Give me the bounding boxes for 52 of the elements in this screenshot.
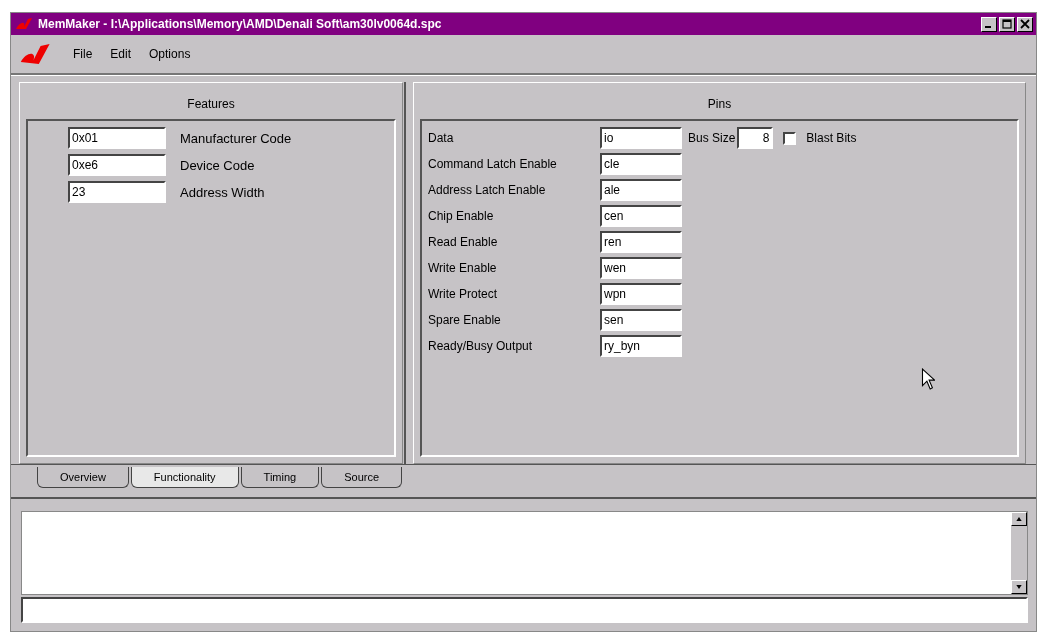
logo-icon — [14, 17, 34, 31]
field-label: Address Width — [180, 184, 265, 200]
text-field[interactable]: io — [600, 127, 682, 149]
maximize-icon — [1002, 19, 1012, 29]
checkbox-label: Blast Bits — [806, 131, 857, 145]
tab[interactable]: Timing — [240, 467, 320, 488]
down-arrow-icon — [1016, 585, 1022, 589]
maximize-button[interactable] — [999, 16, 1015, 32]
field-label: Command Latch Enable — [428, 157, 558, 171]
scroll-up-button[interactable] — [1011, 512, 1027, 526]
field-label: Device Code — [180, 157, 255, 173]
up-arrow-icon — [1016, 517, 1022, 521]
text-field[interactable]: sen — [600, 309, 682, 331]
text-field[interactable]: ale — [600, 179, 682, 201]
text-field[interactable]: cen — [600, 205, 682, 227]
minimize-button[interactable] — [981, 16, 997, 32]
tab[interactable]: Functionality — [130, 467, 239, 488]
close-button[interactable] — [1017, 16, 1033, 32]
mouse-pointer-icon — [921, 368, 935, 390]
close-icon — [1020, 19, 1030, 29]
text-field[interactable]: 0xe6 — [68, 154, 166, 176]
minimize-icon — [985, 26, 991, 28]
text-field[interactable]: ren — [600, 231, 682, 253]
field-label: Write Protect — [428, 287, 499, 301]
field-label: Spare Enable — [428, 313, 502, 327]
menu-item[interactable]: Edit — [110, 47, 132, 61]
text-field[interactable]: wen — [600, 257, 682, 279]
tab[interactable]: Overview — [37, 467, 129, 488]
text-field[interactable]: wpn — [600, 283, 682, 305]
command-input[interactable] — [21, 597, 1028, 623]
field-label: Data — [428, 131, 455, 145]
field-label: Read Enable — [428, 235, 499, 249]
text-field[interactable]: cle — [600, 153, 682, 175]
bus-size-field[interactable]: 8 — [737, 127, 774, 149]
text-field[interactable]: 0x01 — [68, 127, 166, 149]
tab[interactable]: Source — [321, 467, 403, 488]
text-field[interactable]: ry_byn — [600, 335, 682, 357]
field-label: Write Enable — [428, 261, 498, 275]
field-label: Ready/Busy Output — [428, 339, 534, 353]
scroll-down-button[interactable] — [1011, 580, 1027, 594]
field-label: Bus Size — [688, 131, 736, 145]
field-label: Chip Enable — [428, 209, 495, 223]
text-field[interactable]: 23 — [68, 181, 166, 203]
window-title: MemMaker - I:\Applications\Memory\AMD\Denali Soft\am30lv0064d.spc — [38, 17, 443, 31]
scrollbar[interactable] — [1011, 512, 1027, 594]
checkbox[interactable] — [783, 131, 797, 145]
panel-title: Pins — [706, 96, 733, 113]
field-label: Address Latch Enable — [428, 183, 547, 197]
menu-item[interactable]: File — [73, 47, 93, 61]
field-label: Manufacturer Code — [180, 130, 292, 146]
panel-title: Features — [186, 96, 236, 113]
menu-item[interactable]: Options — [149, 47, 191, 61]
